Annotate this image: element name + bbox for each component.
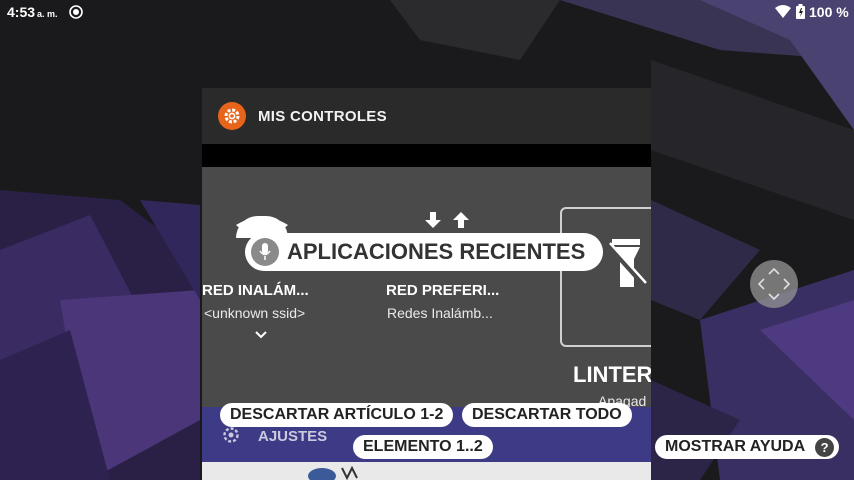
card-content: RED INALÁM... <unknown ssid> RED PREFERI… [202, 167, 651, 409]
battery-level: 100 % [809, 4, 849, 20]
dpad-navigation[interactable] [750, 260, 798, 308]
card-divider [202, 144, 651, 167]
settings-icon [223, 427, 239, 443]
dismiss-item-button[interactable]: DESCARTAR ARTÍCULO 1-2 [220, 403, 454, 427]
dpad-arrows-icon [757, 267, 791, 301]
tile-wifi-title[interactable]: RED INALÁM... [202, 282, 309, 299]
recent-apps-banner: APLICACIONES RECIENTES [245, 233, 604, 271]
tile-network-subtitle: Redes Inalámb... [387, 305, 493, 321]
tile-network-title[interactable]: RED PREFERI... [386, 282, 499, 299]
sync-icon [69, 5, 83, 19]
tile-flashlight-title[interactable]: LINTER [573, 362, 651, 388]
show-help-label: MOSTRAR AYUDA [665, 438, 806, 455]
flashlight-off-icon [608, 239, 647, 287]
card-app-title: MIS CONTROLES [258, 108, 387, 125]
help-icon: ? [815, 438, 835, 457]
gear-icon [218, 102, 246, 130]
tile-wifi-subtitle: <unknown ssid> [204, 305, 306, 321]
microphone-icon [251, 238, 279, 266]
wifi-icon [775, 5, 791, 18]
card-photo-preview [202, 462, 651, 480]
flashlight-tile[interactable] [560, 207, 651, 347]
status-time: 4:53 a. m. [7, 4, 58, 20]
dismiss-all-button[interactable]: DESCARTAR TODO [462, 403, 632, 427]
chevron-down-icon[interactable] [254, 330, 268, 339]
element-counter: ELEMENTO 1..2 [353, 435, 493, 459]
battery-icon [796, 4, 805, 19]
status-bar: 4:53 a. m. 100 % [0, 0, 854, 24]
card-header[interactable]: MIS CONTROLES [202, 88, 651, 144]
settings-label: AJUSTES [258, 428, 328, 445]
show-help-button[interactable]: MOSTRAR AYUDA ? [655, 435, 840, 459]
status-time-value: 4:53 [7, 4, 36, 20]
status-ampm: a. m. [37, 9, 58, 19]
recent-apps-label: APLICACIONES RECIENTES [287, 239, 586, 264]
